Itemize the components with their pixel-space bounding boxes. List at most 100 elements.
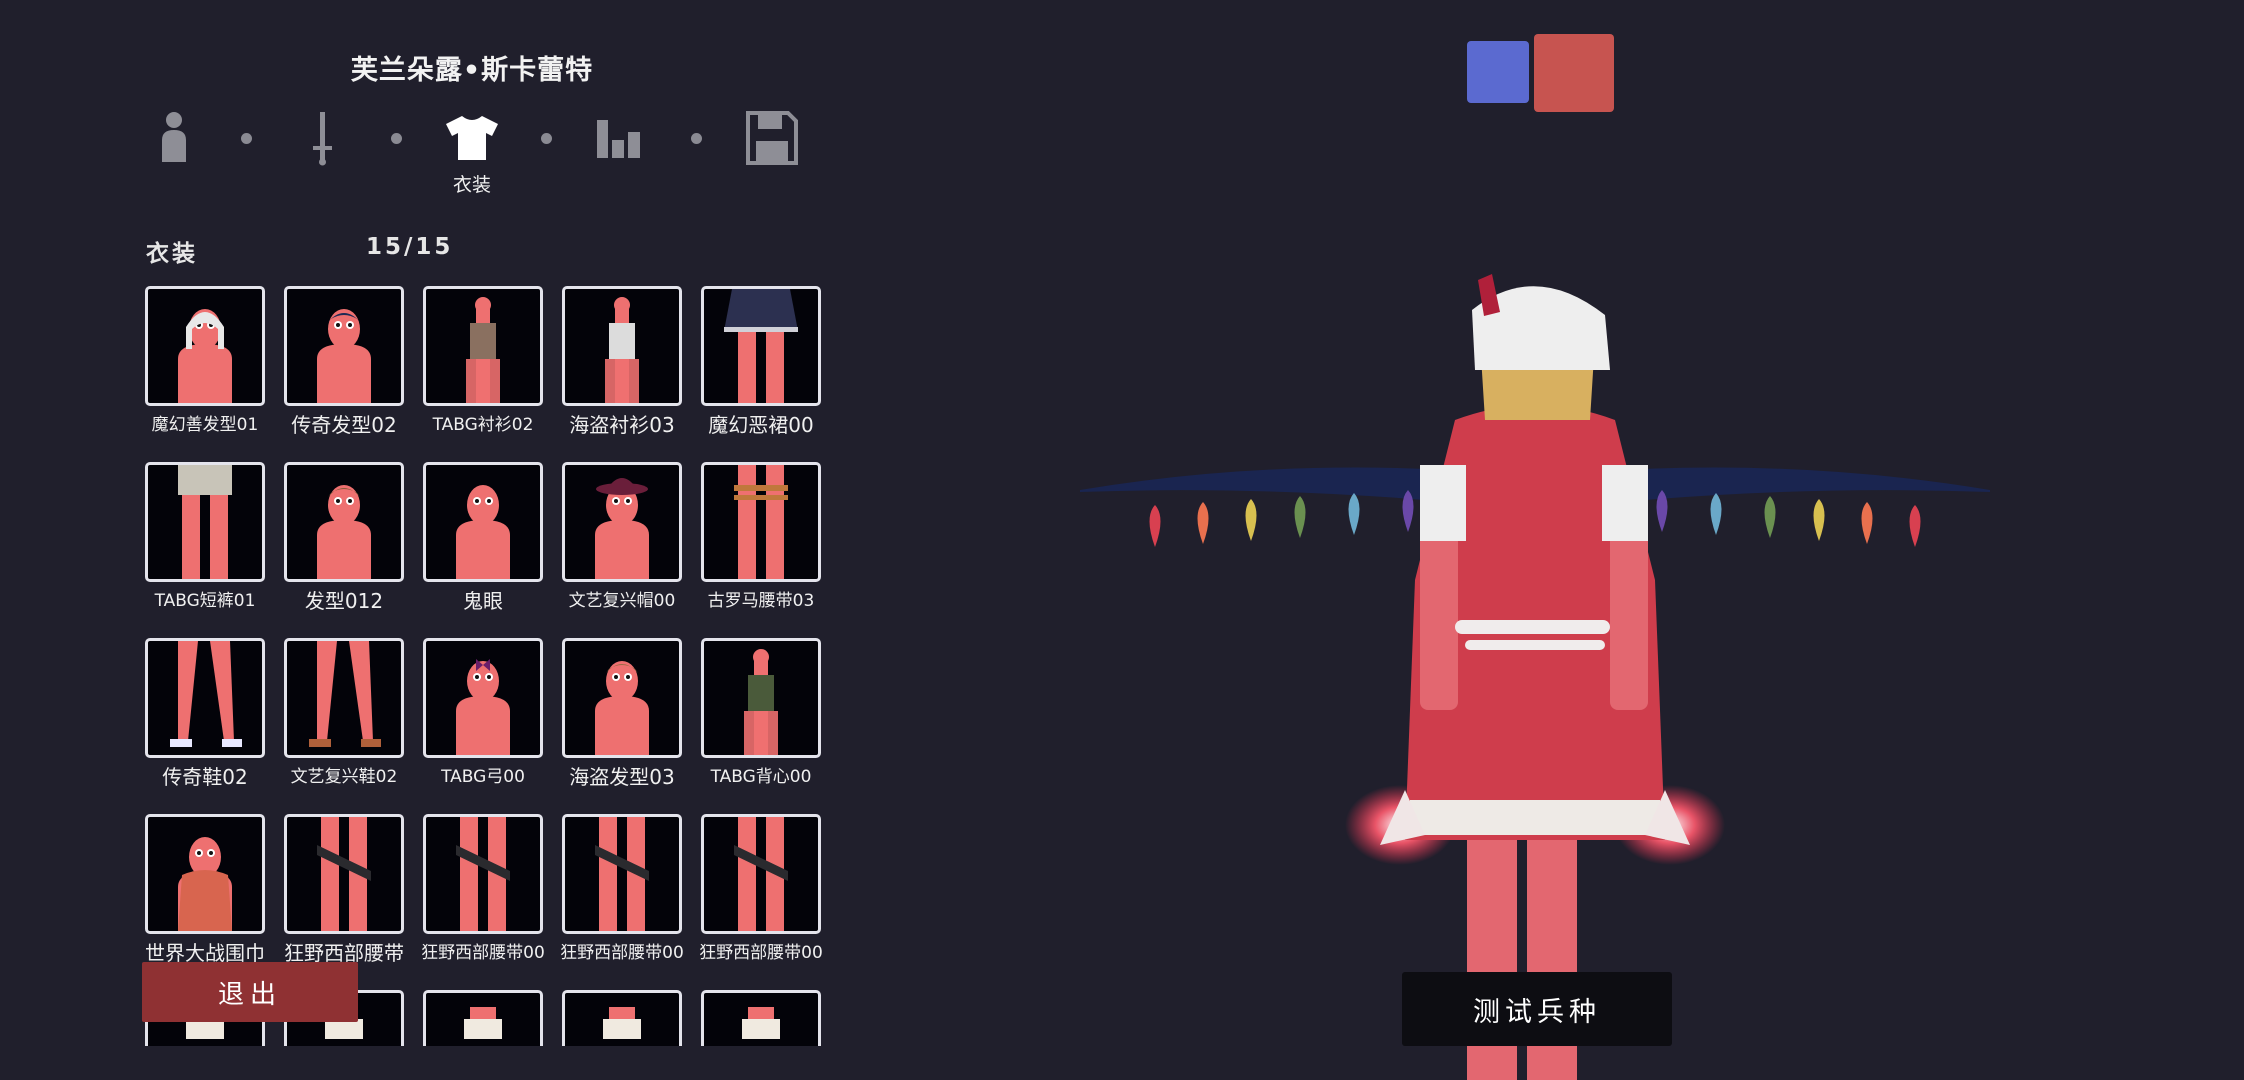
clothing-item[interactable]: 文艺复兴鞋02 (284, 638, 404, 788)
clothing-item[interactable]: 世界大战围巾 (145, 814, 265, 964)
clothing-item-thumbnail[interactable] (145, 814, 265, 934)
step-separator (541, 133, 552, 144)
clothing-item-thumbnail[interactable] (423, 462, 543, 582)
clothing-item-thumbnail[interactable] (423, 990, 543, 1046)
clothing-item-label: 文艺复兴鞋02 (290, 767, 398, 787)
clothing-item[interactable]: 传奇鞋02 (145, 638, 265, 788)
step-separator (241, 133, 252, 144)
clothing-item-thumbnail[interactable] (284, 462, 404, 582)
clothing-item-thumbnail[interactable] (145, 638, 265, 758)
wing-crystal (1909, 505, 1921, 547)
clothing-item-thumbnail[interactable] (701, 462, 821, 582)
clothing-item-label: 鬼眼 (463, 589, 503, 613)
clothing-item-label: TABG短裤01 (154, 591, 256, 611)
clothing-item-thumbnail[interactable] (562, 462, 682, 582)
clothing-item[interactable]: 魔幻善发型01 (145, 286, 265, 436)
wing-crystal (1813, 499, 1825, 541)
clothing-item-label: 发型012 (304, 589, 384, 613)
clothing-item[interactable]: 狂野西部腰带00 (699, 814, 823, 964)
step-separator (391, 133, 402, 144)
clothing-item-label: 文艺复兴帽00 (568, 591, 676, 611)
wing-crystal (1348, 493, 1360, 535)
weapon-icon (313, 112, 332, 166)
clothing-item-label: 传奇鞋02 (162, 765, 248, 789)
clothing-item-thumbnail[interactable] (284, 286, 404, 406)
clothing-item-label: 魔幻善发型01 (151, 415, 259, 435)
clothing-item-label: 狂野西部腰带00 (560, 943, 684, 963)
clothing-item-thumbnail[interactable] (284, 814, 404, 934)
clothing-item-thumbnail[interactable] (701, 286, 821, 406)
clothing-item-thumbnail[interactable] (423, 286, 543, 406)
clothing-item-label: 传奇发型02 (291, 413, 397, 437)
clothing-item-thumbnail[interactable] (562, 990, 682, 1046)
test-unit-button[interactable]: 测试兵种 (1402, 972, 1672, 1046)
clothing-item-label: 世界大战围巾 (145, 941, 265, 965)
wing-crystal (1149, 505, 1161, 547)
dress-hem (1405, 800, 1665, 835)
clothing-item[interactable] (562, 990, 682, 1046)
step-stats-icon[interactable] (592, 108, 652, 168)
step-separator (691, 133, 702, 144)
unit-icon (162, 112, 186, 162)
active-step-caption: 衣装 (452, 174, 491, 196)
clothing-item-thumbnail[interactable] (562, 814, 682, 934)
clothing-item[interactable]: 魔幻恶裙00 (701, 286, 821, 436)
clothing-item-thumbnail[interactable] (562, 286, 682, 406)
clothing-item-thumbnail[interactable] (423, 638, 543, 758)
step-clothing-icon[interactable] (442, 108, 502, 168)
clothing-item-label: TABG弓00 (441, 767, 525, 787)
clothing-item[interactable]: TABG衬衫02 (423, 286, 543, 436)
clothing-item-thumbnail[interactable] (145, 286, 265, 406)
clothing-item[interactable]: 古罗马腰带03 (701, 462, 821, 612)
clothing-item-label: 古罗马腰带03 (707, 591, 815, 611)
clothing-item-thumbnail[interactable] (145, 462, 265, 582)
clothing-item-label: 海盗衬衫03 (569, 413, 675, 437)
clothing-item-thumbnail[interactable] (701, 814, 821, 934)
clothing-item-thumbnail[interactable] (284, 638, 404, 758)
sleeve-left (1420, 465, 1466, 541)
clothing-item-label: TABG衬衫02 (432, 415, 534, 435)
clothing-item-thumbnail[interactable] (562, 638, 682, 758)
clothing-item[interactable]: 狂野西部腰带 (284, 814, 404, 964)
wing-crystal (1710, 493, 1722, 535)
clothing-item[interactable]: 海盗发型03 (562, 638, 682, 788)
clothing-item-thumbnail[interactable] (701, 990, 821, 1046)
category-label: 衣装 (146, 241, 198, 267)
clothing-item[interactable] (701, 990, 821, 1046)
wing-crystal (1294, 496, 1306, 538)
step-unit-icon[interactable] (144, 108, 204, 168)
clothing-item[interactable]: 鬼眼 (423, 462, 543, 612)
wing-crystal (1764, 496, 1776, 538)
clothing-item-thumbnail[interactable] (423, 814, 543, 934)
wing-crystal (1197, 502, 1209, 544)
clothing-item[interactable]: 文艺复兴帽00 (562, 462, 682, 612)
team-blue-swatch[interactable] (1467, 41, 1529, 103)
exit-button[interactable]: 退出 (142, 962, 358, 1022)
unit-name-title: 芙兰朵露•斯卡蕾特 (350, 55, 594, 86)
clothing-item[interactable] (423, 990, 543, 1046)
wing-right (1590, 467, 1990, 505)
sash (1455, 620, 1610, 634)
clothing-item-label: 魔幻恶裙00 (708, 413, 814, 437)
wing-crystal (1861, 502, 1873, 544)
clothing-item[interactable]: TABG弓00 (423, 638, 543, 788)
team-red-swatch[interactable] (1534, 34, 1614, 112)
clothing-grid[interactable]: 魔幻善发型01 传奇发型02 TABG衬衫02 海盗衬衫03 魔幻恶裙00 TABG短裤… (140, 284, 830, 1046)
clothing-item-label: 海盗发型03 (569, 765, 675, 789)
clothing-item[interactable]: 传奇发型02 (284, 286, 404, 436)
clothing-item[interactable]: TABG短裤01 (145, 462, 265, 612)
clothing-item[interactable]: 狂野西部腰带00 (560, 814, 684, 964)
step-save-icon[interactable] (742, 108, 802, 168)
clothing-item[interactable]: 海盗衬衫03 (562, 286, 682, 436)
save-icon (746, 111, 798, 165)
clothing-item-label: TABG背心00 (710, 767, 812, 787)
clothing-item[interactable]: 发型012 (284, 462, 404, 612)
clothing-item-label: 狂野西部腰带00 (421, 943, 545, 963)
clothing-item-thumbnail[interactable] (701, 638, 821, 758)
clothing-item[interactable]: TABG背心00 (701, 638, 821, 788)
clothing-icon (446, 116, 498, 160)
unit-preview (1080, 274, 1990, 1080)
step-weapon-icon[interactable] (292, 108, 352, 168)
category-count: 15/15 (366, 234, 454, 260)
clothing-item[interactable]: 狂野西部腰带00 (421, 814, 545, 964)
